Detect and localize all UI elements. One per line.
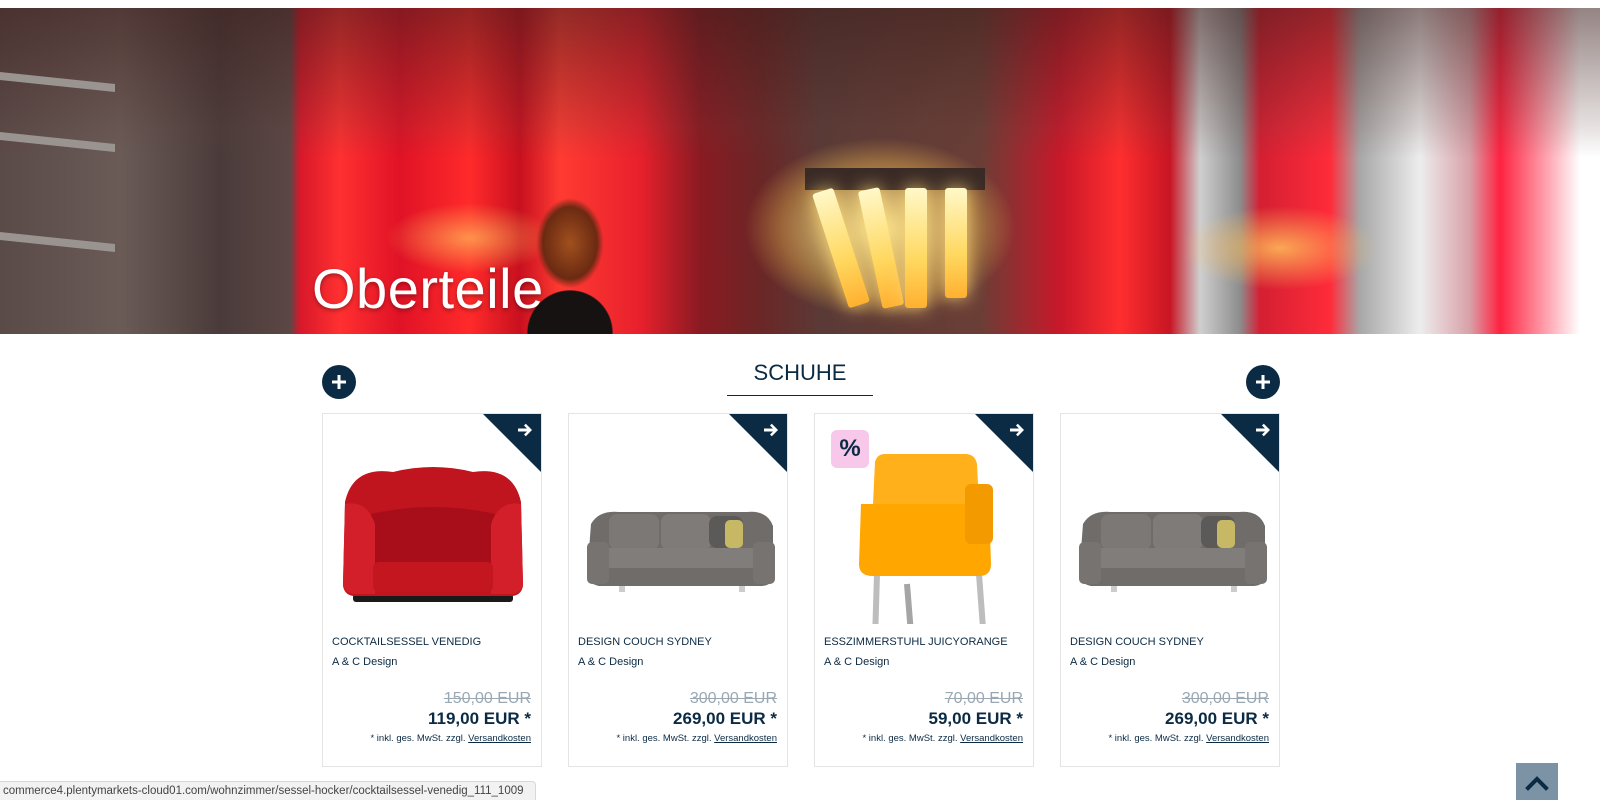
hero-lamp [905,188,927,308]
arrow-right-icon [1010,423,1024,437]
hero-ceiling [0,8,1600,158]
product-old-price: 300,00 EUR [689,690,777,707]
tax-text: * inkl. ges. MwSt. zzgl. [1108,733,1207,744]
hero-title: Oberteile [312,257,544,320]
product-name[interactable]: COCKTAILSESSEL VENEDIG [332,636,481,648]
product-manufacturer: A & C Design [1070,656,1136,668]
scroll-to-top-button[interactable] [1516,763,1558,800]
product-card[interactable]: DESIGN COUCH SYDNEY A & C Design 300,00 … [1060,413,1280,767]
hero-shelf [0,231,115,253]
shipping-link[interactable]: Versandkosten [960,733,1023,744]
tax-text: * inkl. ges. MwSt. zzgl. [862,733,961,744]
hero-banner: Oberteile [0,8,1600,334]
product-card[interactable]: COCKTAILSESSEL VENEDIG A & C Design 150,… [322,413,542,767]
product-tax-note: * inkl. ges. MwSt. zzgl. Versandkosten [1108,733,1269,744]
browser-status-bar: commerce4.plentymarkets-cloud01.com/wohn… [0,781,536,800]
carousel-prev-button[interactable] [322,365,356,399]
chevron-up-icon [1525,775,1549,791]
carousel-next-button[interactable] [1246,365,1280,399]
product-name[interactable]: ESSZIMMERSTUHL JUICYORANGE [824,636,1008,648]
section-title: SCHUHE [727,360,873,396]
tax-text: * inkl. ges. MwSt. zzgl. [616,733,715,744]
product-tax-note: * inkl. ges. MwSt. zzgl. Versandkosten [616,733,777,744]
plus-icon [1256,375,1270,389]
product-old-price: 70,00 EUR [944,690,1023,707]
product-card[interactable]: % ESSZIMMERSTUHL JUICYORANGE A & C Desig… [814,413,1034,767]
product-name[interactable]: DESIGN COUCH SYDNEY [578,636,712,648]
product-price: 269,00 EUR * [1165,709,1269,728]
product-old-price: 150,00 EUR [443,690,531,707]
shipping-link[interactable]: Versandkosten [1206,733,1269,744]
product-manufacturer: A & C Design [824,656,890,668]
shipping-link[interactable]: Versandkosten [468,733,531,744]
sale-badge: % [831,430,869,468]
product-tax-note: * inkl. ges. MwSt. zzgl. Versandkosten [370,733,531,744]
product-manufacturer: A & C Design [332,656,398,668]
arrow-right-icon [1256,423,1270,437]
product-old-price: 300,00 EUR [1181,690,1269,707]
product-name[interactable]: DESIGN COUCH SYDNEY [1070,636,1204,648]
shipping-link[interactable]: Versandkosten [714,733,777,744]
arrow-right-icon [518,423,532,437]
hero-lamp [945,188,967,298]
hero-light-fixture [805,168,985,190]
arrow-right-icon [764,423,778,437]
plus-icon [332,375,346,389]
product-tax-note: * inkl. ges. MwSt. zzgl. Versandkosten [862,733,1023,744]
product-price: 269,00 EUR * [673,709,777,728]
product-card[interactable]: DESIGN COUCH SYDNEY A & C Design 300,00 … [568,413,788,767]
tax-text: * inkl. ges. MwSt. zzgl. [370,733,469,744]
product-manufacturer: A & C Design [578,656,644,668]
product-price: 59,00 EUR * [928,709,1024,728]
product-price: 119,00 EUR * [427,709,531,728]
